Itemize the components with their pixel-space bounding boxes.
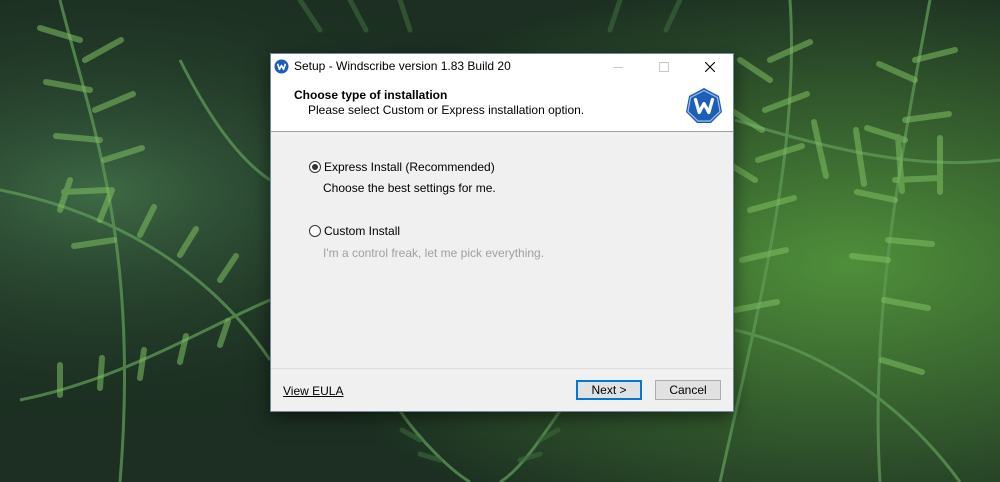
- next-button[interactable]: Next >: [576, 380, 642, 400]
- title-bar[interactable]: Setup - Windscribe version 1.83 Build 20: [271, 54, 733, 79]
- windscribe-w-icon: [274, 59, 289, 74]
- maximize-button[interactable]: [641, 54, 687, 79]
- maximize-icon: [659, 61, 669, 72]
- view-eula-link[interactable]: View EULA: [283, 384, 343, 398]
- setup-window: Setup - Windscribe version 1.83 Build 20…: [271, 54, 733, 411]
- minimize-button[interactable]: [595, 54, 641, 79]
- close-button[interactable]: [687, 54, 733, 79]
- express-install-description: Choose the best settings for me.: [323, 181, 496, 195]
- express-radio[interactable]: [309, 161, 321, 173]
- cancel-button[interactable]: Cancel: [655, 380, 721, 400]
- page-subtitle: Please select Custom or Express installa…: [308, 103, 585, 117]
- page-title: Choose type of installation: [294, 88, 448, 102]
- footer-divider: [271, 368, 733, 369]
- minimize-icon: [613, 66, 623, 68]
- windscribe-logo-icon: [686, 88, 722, 123]
- close-icon: [705, 61, 715, 72]
- window-title: Setup - Windscribe version 1.83 Build 20: [294, 59, 511, 73]
- custom-install-label: Custom Install: [324, 224, 401, 238]
- desktop: Setup - Windscribe version 1.83 Build 20…: [0, 0, 1000, 482]
- express-install-label: Express Install (Recommended): [324, 160, 495, 174]
- custom-install-option[interactable]: Custom Install: [309, 224, 400, 238]
- custom-radio[interactable]: [309, 225, 321, 237]
- express-install-option[interactable]: Express Install (Recommended): [309, 160, 495, 174]
- wizard-header: Choose type of installation Please selec…: [271, 79, 733, 132]
- custom-install-description: I'm a control freak, let me pick everyth…: [323, 246, 545, 260]
